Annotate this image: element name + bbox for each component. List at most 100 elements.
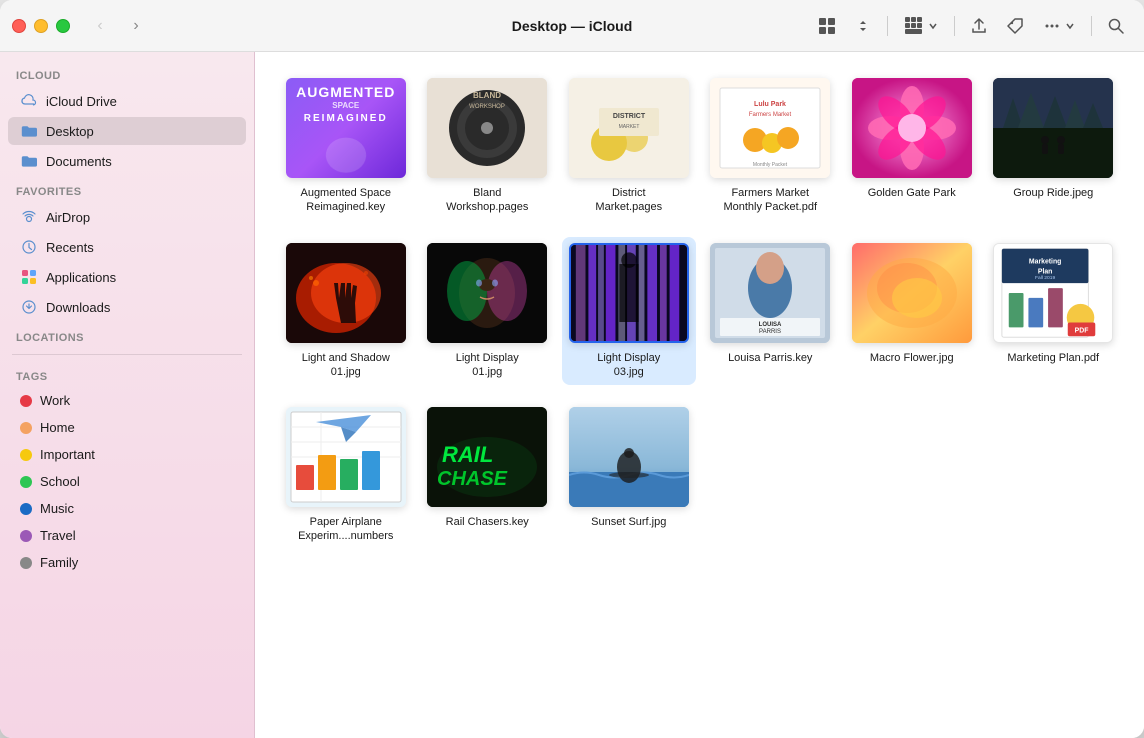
- main-layout: iCloud iCloud Drive Desktop: [0, 52, 1144, 738]
- traffic-lights: [12, 19, 70, 33]
- sidebar-item-music[interactable]: Music: [8, 496, 246, 521]
- sidebar-item-work[interactable]: Work: [8, 388, 246, 413]
- file-name-lightdisplay01: Light Display01.jpg: [456, 351, 519, 380]
- file-grid: AUGMENTED SPACE REIMAGINED Augmented Spa…: [279, 72, 1120, 550]
- file-item-railchasers[interactable]: RAIL CHASE Rail Chasers.key: [421, 401, 555, 550]
- file-thumb-bland: BLAND WORKSHOP: [427, 78, 547, 178]
- macroflower-svg: [852, 243, 972, 343]
- finder-window: ‹ › Desktop — iCloud: [0, 0, 1144, 738]
- file-name-sunsetsurf: Sunset Surf.jpg: [591, 515, 666, 529]
- file-name-marketingplan: Marketing Plan.pdf: [1007, 351, 1099, 365]
- clock-icon: [20, 238, 38, 256]
- divider-tags: [12, 354, 242, 355]
- svg-text:Fall 2019: Fall 2019: [1035, 275, 1055, 281]
- sidebar-item-airdrop[interactable]: AirDrop: [8, 203, 246, 231]
- school-tag-dot: [20, 476, 32, 488]
- chevron-down-icon: [928, 21, 938, 31]
- sidebar-item-family-label: Family: [40, 555, 78, 570]
- sidebar-item-recents-label: Recents: [46, 240, 94, 255]
- file-thumb-macroflower: [852, 243, 972, 343]
- sidebar-item-travel[interactable]: Travel: [8, 523, 246, 548]
- sidebar-item-applications[interactable]: Applications: [8, 263, 246, 291]
- sidebar-item-recents[interactable]: Recents: [8, 233, 246, 261]
- sidebar-item-school[interactable]: School: [8, 469, 246, 494]
- sidebar-item-icloud-drive[interactable]: iCloud Drive: [8, 87, 246, 115]
- file-name-goldengate: Golden Gate Park: [868, 186, 956, 200]
- file-name-macroflower: Macro Flower.jpg: [870, 351, 954, 365]
- file-thumb-railchasers: RAIL CHASE: [427, 407, 547, 507]
- minimize-button[interactable]: [34, 19, 48, 33]
- view-grid-button[interactable]: [811, 10, 843, 42]
- file-item-paperairplane[interactable]: Paper AirplaneExperim....numbers: [279, 401, 413, 550]
- lightandshadow-svg: [286, 243, 406, 343]
- share-button[interactable]: [963, 10, 995, 42]
- tag-button[interactable]: [999, 10, 1031, 42]
- close-button[interactable]: [12, 19, 26, 33]
- gallery-view-button[interactable]: [896, 10, 946, 42]
- goldengate-svg: [852, 78, 972, 178]
- sidebar-item-documents[interactable]: Documents: [8, 147, 246, 175]
- file-thumb-district: DISTRICT MARKET: [569, 78, 689, 178]
- file-thumb-paperairplane: [286, 407, 406, 507]
- icloud-section-label: iCloud: [0, 60, 254, 86]
- file-item-district[interactable]: DISTRICT MARKET DistrictMarket.pages: [562, 72, 696, 221]
- svg-text:PARRIS: PARRIS: [759, 329, 781, 335]
- sidebar-item-music-label: Music: [40, 501, 74, 516]
- file-item-marketingplan[interactable]: Marketing Plan Fall 2019 PDF: [987, 237, 1121, 386]
- important-tag-dot: [20, 449, 32, 461]
- svg-text:BLAND: BLAND: [473, 91, 501, 100]
- svg-text:Lulu Park: Lulu Park: [754, 101, 786, 108]
- railchasers-svg: RAIL CHASE: [427, 407, 547, 507]
- maximize-button[interactable]: [56, 19, 70, 33]
- file-thumb-farmers: Lulu Park Farmers Market Monthly Packet: [710, 78, 830, 178]
- lightdisplay01-svg: [427, 243, 547, 343]
- svg-text:PDF: PDF: [1075, 327, 1089, 334]
- more-button[interactable]: [1035, 10, 1083, 42]
- sidebar-item-icloud-drive-label: iCloud Drive: [46, 94, 117, 109]
- divider3: [1091, 16, 1092, 36]
- sidebar-item-work-label: Work: [40, 393, 70, 408]
- svg-text:DISTRICT: DISTRICT: [613, 113, 646, 120]
- locations-section-label: Locations: [0, 322, 254, 348]
- search-button[interactable]: [1100, 10, 1132, 42]
- file-name-lightandshadow: Light and Shadow01.jpg: [302, 351, 390, 380]
- file-thumb-lightdisplay03: [569, 243, 689, 343]
- file-item-macroflower[interactable]: Macro Flower.jpg: [845, 237, 979, 386]
- folder-documents-icon: [20, 152, 38, 170]
- file-item-augmented[interactable]: AUGMENTED SPACE REIMAGINED Augmented Spa…: [279, 72, 413, 221]
- file-name-bland: BlandWorkshop.pages: [446, 186, 528, 215]
- sidebar-item-downloads[interactable]: Downloads: [8, 293, 246, 321]
- tags-section-label: Tags: [0, 361, 254, 387]
- gallery-icon: [904, 16, 924, 36]
- file-item-groupride[interactable]: Group Ride.jpeg: [987, 72, 1121, 221]
- sidebar-item-important[interactable]: Important: [8, 442, 246, 467]
- sidebar-item-family[interactable]: Family: [8, 550, 246, 575]
- file-item-lightdisplay03[interactable]: Light Display03.jpg: [562, 237, 696, 386]
- forward-button[interactable]: ›: [122, 12, 150, 40]
- airdrop-icon: [20, 208, 38, 226]
- sidebar-item-airdrop-label: AirDrop: [46, 210, 90, 225]
- file-item-louisaparris[interactable]: LOUISA PARRIS Louisa Parris.key: [704, 237, 838, 386]
- file-content-area: AUGMENTED SPACE REIMAGINED Augmented Spa…: [255, 52, 1144, 738]
- sidebar-item-home[interactable]: Home: [8, 415, 246, 440]
- file-item-bland[interactable]: BLAND WORKSHOP BlandWorkshop.pages: [421, 72, 555, 221]
- file-item-lightandshadow[interactable]: Light and Shadow01.jpg: [279, 237, 413, 386]
- view-toggle-button[interactable]: [847, 10, 879, 42]
- svg-text:Monthly Packet: Monthly Packet: [753, 162, 788, 168]
- file-thumb-lightdisplay01: [427, 243, 547, 343]
- lightdisplay03-svg: [571, 243, 687, 343]
- file-item-sunsetsurf[interactable]: Sunset Surf.jpg: [562, 401, 696, 550]
- travel-tag-dot: [20, 530, 32, 542]
- farmers-svg: Lulu Park Farmers Market Monthly Packet: [710, 78, 830, 178]
- window-title: Desktop — iCloud: [512, 18, 633, 34]
- file-item-farmers[interactable]: Lulu Park Farmers Market Monthly Packet …: [704, 72, 838, 221]
- back-button[interactable]: ‹: [86, 12, 114, 40]
- titlebar: ‹ › Desktop — iCloud: [0, 0, 1144, 52]
- home-tag-dot: [20, 422, 32, 434]
- svg-text:MARKET: MARKET: [618, 124, 639, 130]
- sidebar-item-desktop[interactable]: Desktop: [8, 117, 246, 145]
- file-item-lightdisplay01[interactable]: Light Display01.jpg: [421, 237, 555, 386]
- file-item-goldengate[interactable]: Golden Gate Park: [845, 72, 979, 221]
- chevron-updown-icon: [855, 18, 871, 34]
- file-thumb-sunsetsurf: [569, 407, 689, 507]
